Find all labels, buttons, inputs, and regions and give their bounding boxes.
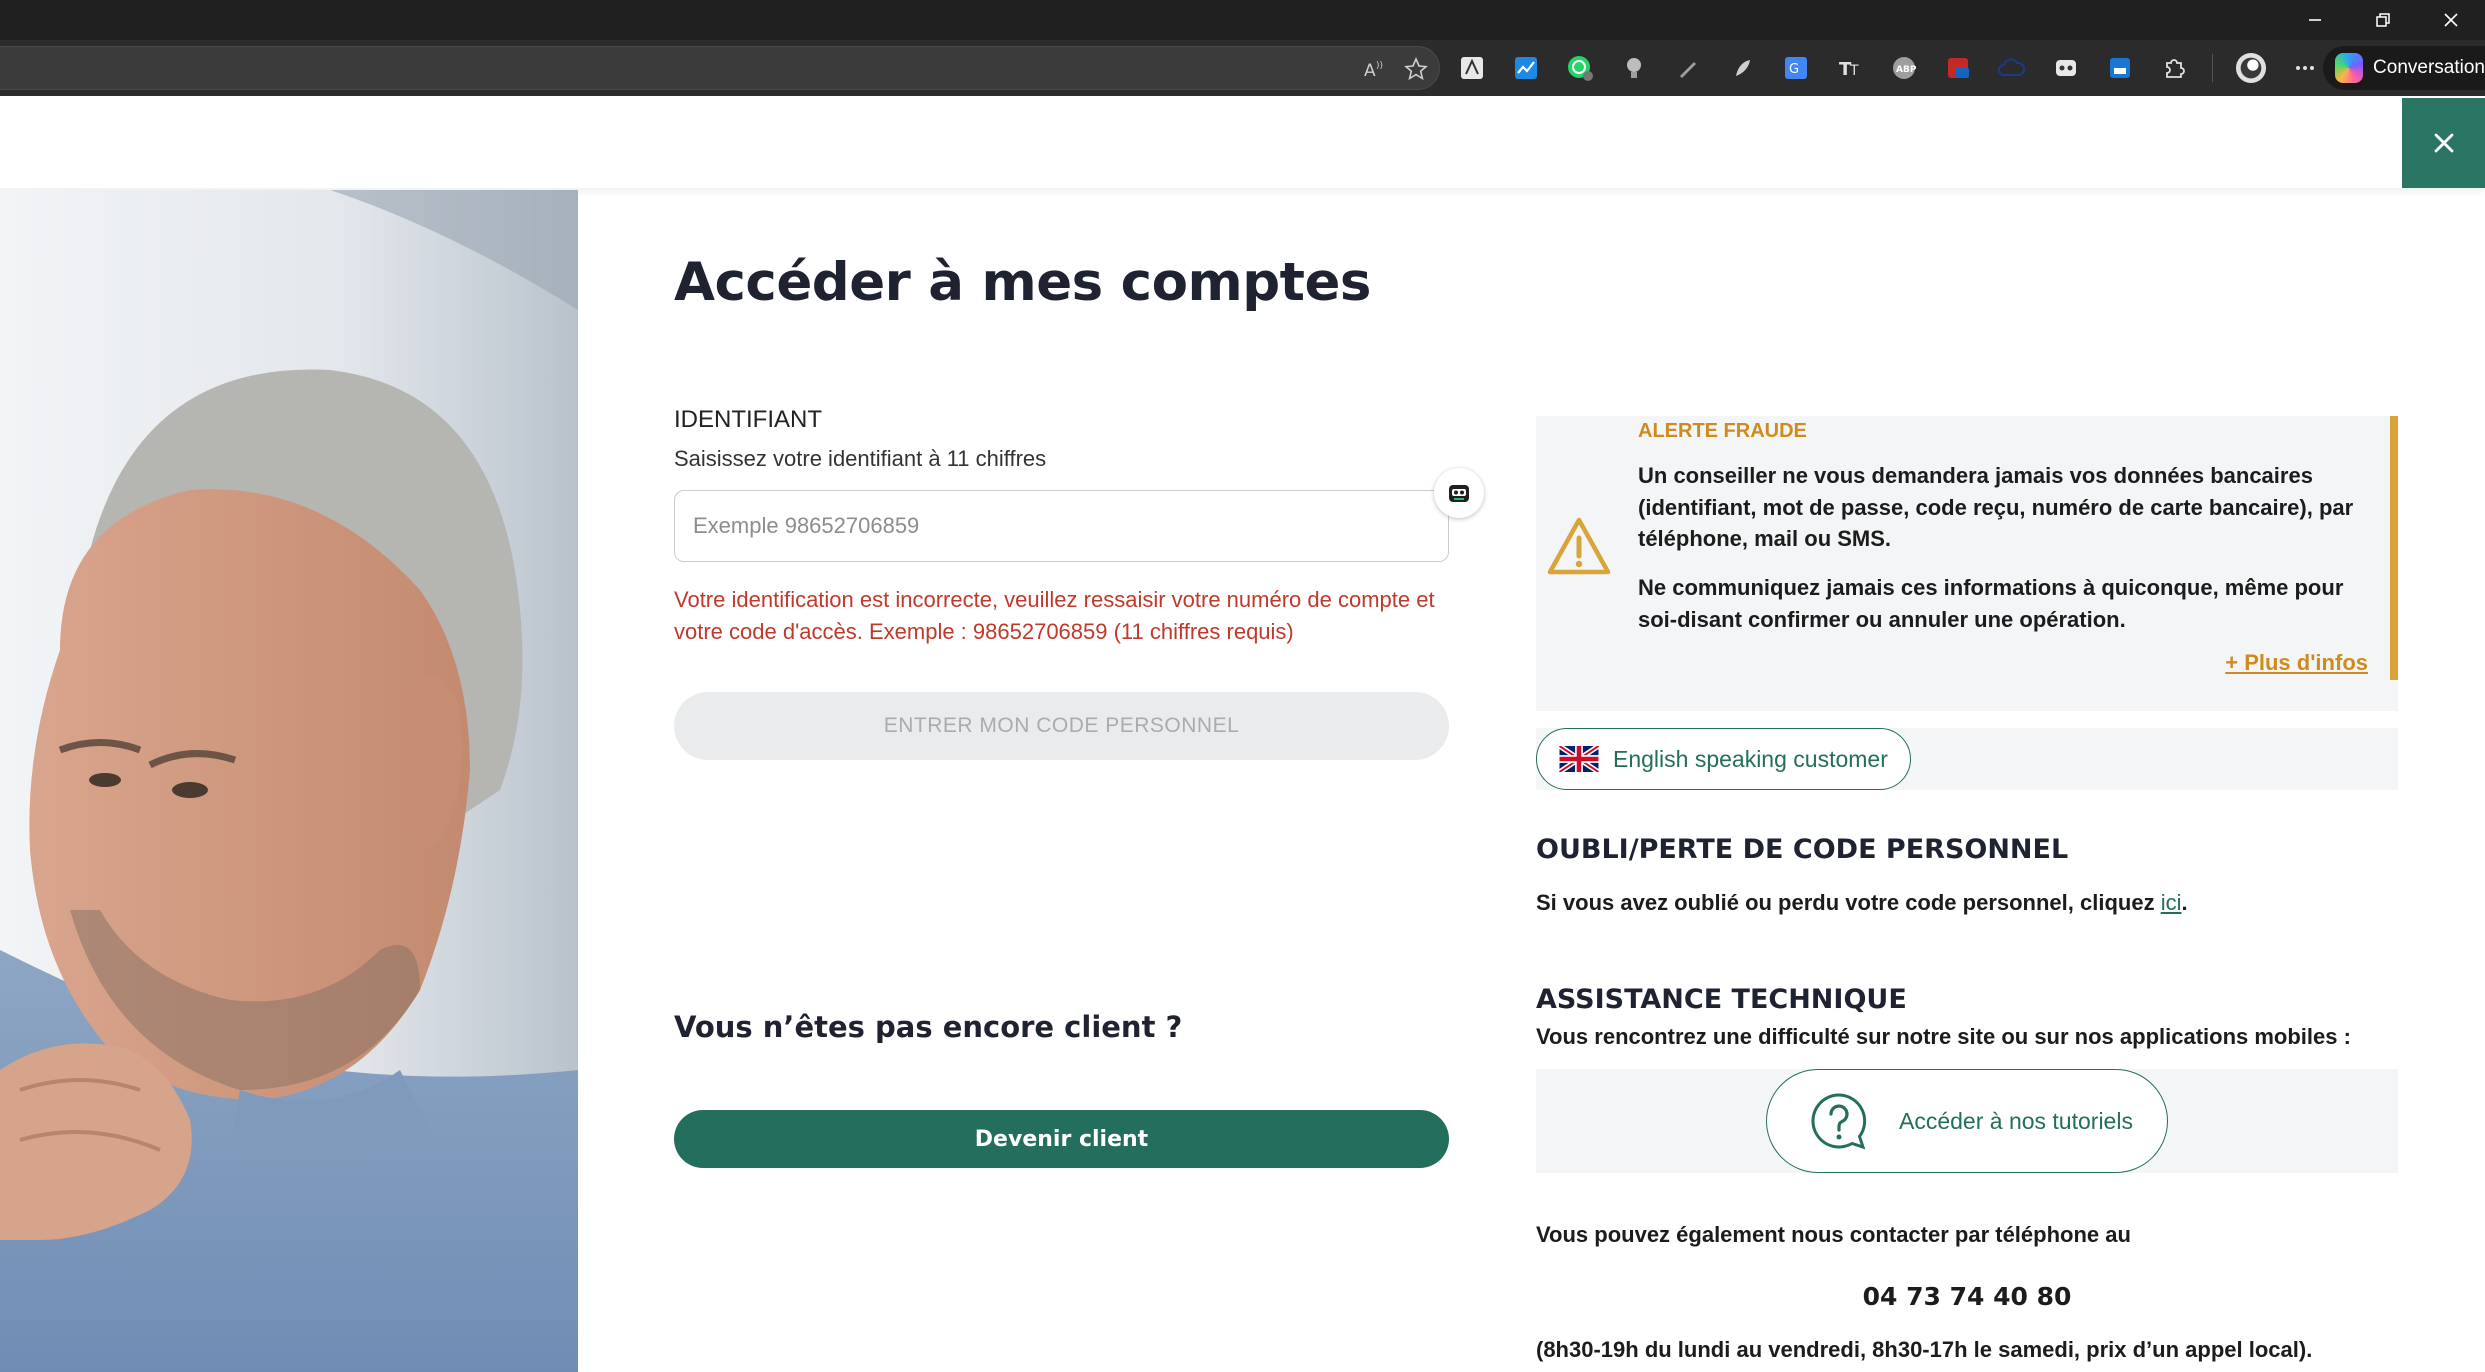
copilot-label: Conversation — [2373, 57, 2485, 78]
autofill-robot-button[interactable] — [1434, 468, 1484, 518]
forgot-code-sentence: Si vous avez oublié ou perdu votre code … — [1536, 890, 2161, 915]
minimize-button[interactable] — [2281, 0, 2349, 40]
become-client-button[interactable]: Devenir client — [674, 1110, 1449, 1168]
identifier-error-message: Votre identification est incorrecte, veu… — [674, 587, 1435, 644]
extension-a-icon[interactable] — [1456, 52, 1488, 84]
identifier-label: IDENTIFIANT — [674, 406, 822, 433]
profile-avatar-icon[interactable] — [2235, 52, 2267, 84]
robot-extension-icon[interactable] — [2050, 52, 2082, 84]
identifier-input[interactable] — [674, 490, 1449, 562]
browser-toolbar: A)) G TT ABP Conversation — [0, 40, 2485, 96]
adblock-extension-icon[interactable]: ABP — [1888, 52, 1920, 84]
technical-assistance-title: ASSISTANCE TECHNIQUE — [1536, 984, 1907, 1015]
window-titlebar — [0, 0, 2485, 40]
calendar-extension-icon[interactable] — [1942, 52, 1974, 84]
svg-text:ABP: ABP — [1896, 65, 1917, 75]
forgot-code-text: Si vous avez oublié ou perdu votre code … — [1536, 890, 2188, 916]
page-header — [0, 98, 2485, 188]
svg-text:)): )) — [1376, 61, 1383, 71]
blue-extension-icon[interactable] — [2104, 52, 2136, 84]
pen-extension-icon[interactable] — [1672, 52, 1704, 84]
svg-text:T: T — [1849, 63, 1859, 79]
copilot-button[interactable]: Conversation — [2323, 46, 2485, 90]
svg-text:A: A — [1364, 61, 1376, 81]
fraud-alert-box: ALERTE FRAUDE Un conseiller ne vous dema… — [1536, 416, 2398, 711]
technical-assistance-text: Vous rencontrez une difficulté sur notre… — [1536, 1024, 2351, 1049]
copilot-icon — [2335, 53, 2364, 83]
english-speaking-customer-button[interactable]: English speaking customer — [1536, 728, 1911, 790]
minimize-icon — [2309, 19, 2321, 21]
page-title: Accéder à mes comptes — [674, 252, 1371, 313]
warning-triangle-icon — [1547, 517, 1611, 575]
close-icon — [2444, 13, 2458, 27]
close-window-button[interactable] — [2417, 0, 2485, 40]
question-bubble-icon — [1811, 1093, 1867, 1150]
feather-extension-icon[interactable] — [1726, 52, 1758, 84]
favorite-star-icon[interactable] — [1404, 57, 1428, 81]
chart-extension-icon[interactable] — [1510, 52, 1542, 84]
fraud-alert-paragraph-2: Ne communiquez jamais ces informations à… — [1638, 575, 2344, 632]
tutorials-button[interactable]: Accéder à nos tutoriels — [1766, 1069, 2168, 1173]
phone-number[interactable]: 04 73 74 40 80 — [1536, 1282, 2398, 1311]
cloud-extension-icon[interactable] — [1996, 52, 2028, 84]
uk-flag-icon — [1559, 746, 1599, 772]
fraud-alert-accent-bar — [2390, 416, 2398, 680]
close-icon — [2434, 133, 2453, 153]
restore-button[interactable] — [2349, 0, 2417, 40]
fraud-alert-title: ALERTE FRAUDE — [1638, 420, 1807, 442]
more-menu-icon[interactable] — [2289, 52, 2321, 84]
identifier-hint: Saisissez votre identifiant à 11 chiffre… — [674, 446, 1047, 471]
forgot-code-link[interactable]: ici — [2161, 890, 2182, 915]
fraud-alert-paragraph-1: Un conseiller ne vous demandera jamais v… — [1638, 463, 2354, 551]
phone-hours: (8h30-19h du lundi au vendredi, 8h30-17h… — [1536, 1337, 2313, 1362]
tutorials-label: Accéder à nos tutoriels — [1899, 1107, 2133, 1134]
read-aloud-icon[interactable]: A)) — [1362, 57, 1386, 81]
restore-icon — [2376, 13, 2390, 27]
translate-extension-icon[interactable]: G — [1780, 52, 1812, 84]
toolbar-separator — [2212, 54, 2213, 82]
english-speaking-customer-label: English speaking customer — [1613, 745, 1888, 772]
svg-text:G: G — [1789, 62, 1799, 77]
customer-photo — [0, 190, 578, 1372]
english-customer-row: English speaking customer — [1536, 728, 2398, 790]
fraud-more-info-link[interactable]: + Plus d'infos — [2225, 650, 2368, 676]
forgot-code-period: . — [2181, 890, 2188, 915]
prospect-title: Vous n’êtes pas encore client ? — [674, 1010, 1183, 1044]
forgot-code-title: OUBLI/PERTE DE CODE PERSONNEL — [1536, 834, 2069, 865]
enter-personal-code-button[interactable]: ENTRER MON CODE PERSONNEL — [674, 692, 1449, 760]
extensions-bar: G TT ABP — [1456, 52, 2321, 84]
tutorials-row: Accéder à nos tutoriels — [1536, 1069, 2398, 1173]
puzzle-extensions-icon[interactable] — [2158, 52, 2190, 84]
text-extension-icon[interactable]: TT — [1834, 52, 1866, 84]
close-panel-button[interactable] — [2402, 98, 2485, 188]
robot-icon — [1449, 485, 1469, 502]
man-portrait-illustration — [0, 190, 578, 1372]
phone-contact-intro: Vous pouvez également nous contacter par… — [1536, 1222, 2131, 1247]
lightbulb-extension-icon[interactable] — [1618, 52, 1650, 84]
window-controls — [2281, 0, 2485, 40]
address-bar[interactable]: A)) — [0, 46, 1440, 90]
whatsapp-extension-icon[interactable] — [1564, 52, 1596, 84]
